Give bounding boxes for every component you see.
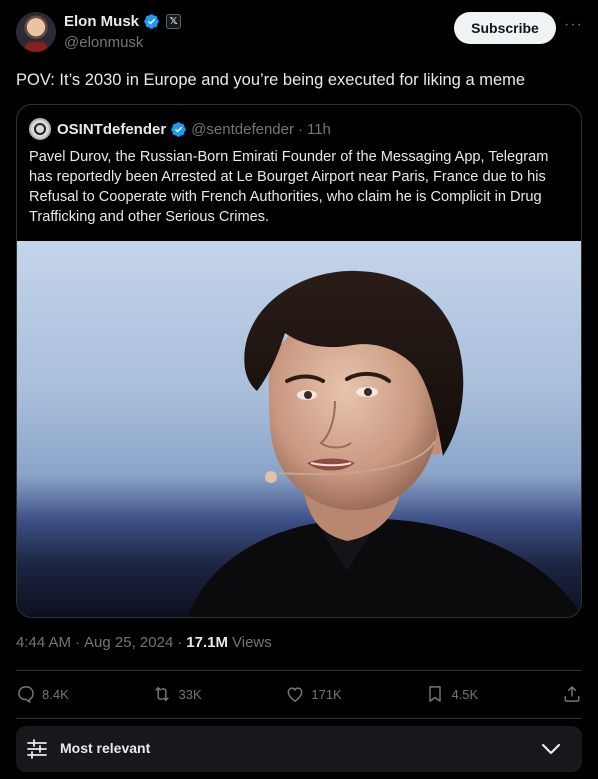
views-label: Views — [232, 634, 272, 651]
divider — [16, 718, 582, 719]
separator-dot: · — [177, 634, 183, 651]
views-count: 17.1M — [186, 634, 228, 651]
author-handle[interactable]: @elonmusk — [64, 34, 143, 51]
bookmark-button[interactable]: 4.5K — [425, 684, 478, 704]
quoted-post-time: 11h — [306, 120, 331, 138]
verified-badge-icon — [144, 14, 159, 29]
post-date[interactable]: Aug 25, 2024 — [84, 634, 173, 651]
separator-dot: · — [75, 634, 81, 651]
reply-sort-dropdown[interactable]: Most relevant — [16, 726, 582, 772]
repost-button[interactable]: 33K — [152, 684, 202, 704]
post-header: Elon Musk 𝕏 @elonmusk Subscribe ··· — [16, 10, 582, 54]
post-meta: 4:44 AM · Aug 25, 2024 · 17.1M Views — [16, 634, 272, 651]
share-icon — [564, 686, 580, 702]
repost-icon — [155, 687, 170, 701]
post-text: POV: It’s 2030 in Europe and you’re bein… — [16, 71, 526, 89]
quoted-author-avatar — [29, 118, 51, 140]
separator-dot: · — [297, 120, 303, 138]
repost-count: 33K — [178, 686, 202, 702]
action-bar: 8.4K 33K 171K 4.5K — [16, 680, 582, 708]
reply-count: 8.4K — [42, 686, 69, 702]
x-affiliate-badge-icon: 𝕏 — [166, 14, 182, 29]
more-options-icon[interactable]: ··· — [564, 17, 582, 36]
sort-label: Most relevant — [60, 740, 151, 756]
like-count: 171K — [311, 686, 342, 702]
bookmark-count: 4.5K — [451, 686, 479, 702]
like-button[interactable]: 171K — [285, 684, 342, 704]
quoted-post[interactable]: OSINTdefender @sentdefender · 11h Pavel … — [16, 104, 582, 618]
author-avatar[interactable] — [16, 12, 56, 52]
divider — [16, 670, 582, 671]
quoted-author-handle: @sentdefender — [191, 120, 294, 138]
portrait-illustration — [187, 270, 581, 617]
quoted-author-name: OSINTdefender — [57, 120, 167, 138]
sliders-icon — [27, 739, 47, 759]
reply-button[interactable]: 8.4K — [16, 684, 69, 704]
share-button[interactable] — [562, 684, 582, 704]
subscribe-button[interactable]: Subscribe — [454, 12, 556, 44]
bookmark-icon — [429, 686, 442, 702]
author-name[interactable]: Elon Musk — [64, 13, 139, 30]
quoted-post-text: Pavel Durov, the Russian-Born Emirati Fo… — [29, 149, 549, 225]
verified-badge-icon — [171, 121, 186, 137]
quoted-post-header: OSINTdefender @sentdefender · 11h — [29, 118, 331, 140]
quoted-post-photo[interactable] — [17, 241, 581, 617]
chevron-down-icon — [541, 743, 561, 755]
heart-icon — [287, 687, 303, 702]
post-time[interactable]: 4:44 AM — [16, 634, 71, 651]
reply-icon — [18, 686, 34, 704]
author-name-row: Elon Musk 𝕏 — [64, 13, 182, 30]
